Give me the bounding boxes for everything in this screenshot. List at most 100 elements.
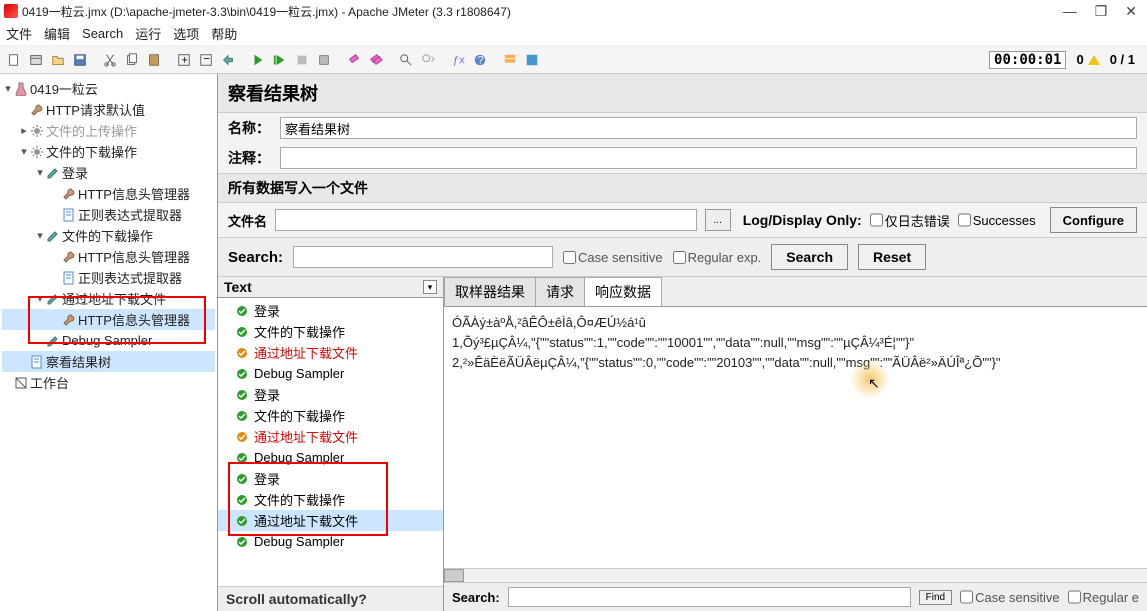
tree-node[interactable]: ▾文件的下载操作	[2, 141, 215, 162]
copy-icon[interactable]	[122, 50, 142, 70]
tree-label: 0419一粒云	[30, 79, 98, 98]
clear-all-icon[interactable]	[366, 50, 386, 70]
tree-label: HTTP信息头管理器	[78, 184, 190, 203]
result-row[interactable]: 通过地址下载文件	[218, 342, 443, 363]
reset-button[interactable]: Reset	[858, 244, 926, 270]
tree-node[interactable]: HTTP信息头管理器	[2, 183, 215, 204]
result-label: Debug Sampler	[254, 534, 344, 549]
result-row[interactable]: 通过地址下载文件	[218, 510, 443, 531]
result-row[interactable]: 通过地址下载文件	[218, 426, 443, 447]
minimize-button[interactable]: —	[1063, 3, 1077, 20]
menu-file[interactable]: 文件	[6, 24, 32, 43]
log-display-label: Log/Display Only:	[743, 212, 862, 228]
result-row[interactable]: 文件的下载操作	[218, 489, 443, 510]
response-content[interactable]: ÓÃÀý±àºÅ,²âÊÔ±êÌâ,Ô¤ÆÚ½á¹û 1,Õý³£µÇÂ¼,"{…	[444, 307, 1147, 568]
template-list-icon[interactable]	[500, 50, 520, 70]
tree-node[interactable]: 正则表达式提取器	[2, 204, 215, 225]
tree-node[interactable]: 工作台	[2, 372, 215, 393]
tree-node[interactable]: ▾通过地址下载文件	[2, 288, 215, 309]
comment-input[interactable]	[280, 147, 1137, 169]
expand-icon[interactable]: +	[174, 50, 194, 70]
tree-node[interactable]: ▾文件的下载操作	[2, 225, 215, 246]
maximize-button[interactable]: ❐	[1095, 3, 1108, 20]
start-icon[interactable]	[248, 50, 268, 70]
tab-response-data[interactable]: 响应数据	[584, 277, 662, 306]
app-icon	[4, 4, 18, 18]
result-row[interactable]: Debug Sampler	[218, 363, 443, 384]
find-button[interactable]: Find	[919, 590, 952, 605]
result-row[interactable]: 文件的下载操作	[218, 321, 443, 342]
tree-label: 正则表达式提取器	[78, 205, 182, 224]
save-icon[interactable]	[70, 50, 90, 70]
tree-node[interactable]: Debug Sampler	[2, 330, 215, 351]
toolbar: + − ƒx ? 00:00:01 0 0 / 1	[0, 46, 1147, 74]
tree-node[interactable]: ▾0419一粒云	[2, 78, 215, 99]
result-row[interactable]: Debug Sampler	[218, 447, 443, 468]
toggle-icon[interactable]	[218, 50, 238, 70]
templates-icon[interactable]	[26, 50, 46, 70]
search-tree-icon[interactable]	[396, 50, 416, 70]
result-row[interactable]: 登录	[218, 468, 443, 489]
successes-checkbox[interactable]: Successes	[958, 209, 1036, 231]
tree-node[interactable]: HTTP信息头管理器	[2, 246, 215, 267]
bottom-search-input[interactable]	[508, 587, 911, 607]
result-row[interactable]: 文件的下载操作	[218, 405, 443, 426]
function-icon[interactable]: ƒx	[448, 50, 468, 70]
start-no-pause-icon[interactable]	[270, 50, 290, 70]
horizontal-scrollbar[interactable]	[444, 568, 1147, 582]
tab-request[interactable]: 请求	[535, 277, 585, 306]
case-sensitive-checkbox[interactable]: Case sensitive	[563, 250, 663, 265]
search-input[interactable]	[293, 246, 553, 268]
shutdown-icon[interactable]	[314, 50, 334, 70]
tree-node[interactable]: HTTP请求默认值	[2, 99, 215, 120]
heap-icon[interactable]	[522, 50, 542, 70]
result-label: 文件的下载操作	[254, 406, 345, 425]
open-icon[interactable]	[48, 50, 68, 70]
tree-node[interactable]: 正则表达式提取器	[2, 267, 215, 288]
tree-node[interactable]: 察看结果树	[2, 351, 215, 372]
reset-search-icon[interactable]	[418, 50, 438, 70]
results-list[interactable]: Text ▾ 登录文件的下载操作通过地址下载文件Debug Sampler登录文…	[218, 277, 444, 611]
cut-icon[interactable]	[100, 50, 120, 70]
tree-label: HTTP信息头管理器	[78, 247, 190, 266]
bottom-cs-checkbox[interactable]: Case sensitive	[960, 587, 1060, 607]
status-icon	[236, 305, 248, 317]
configure-button[interactable]: Configure	[1050, 207, 1137, 233]
search-button[interactable]: Search	[771, 244, 848, 270]
menu-help[interactable]: 帮助	[211, 24, 237, 43]
new-icon[interactable]	[4, 50, 24, 70]
result-label: 文件的下载操作	[254, 322, 345, 341]
bottom-re-checkbox[interactable]: Regular e	[1068, 587, 1139, 607]
renderer-dropdown[interactable]: ▾	[423, 280, 437, 294]
timer: 00:00:01	[989, 51, 1066, 69]
stop-icon[interactable]	[292, 50, 312, 70]
name-input[interactable]	[280, 117, 1137, 139]
test-plan-tree[interactable]: ▾0419一粒云 HTTP请求默认值▸文件的上传操作▾文件的下载操作▾登录 HT…	[0, 74, 218, 611]
menu-edit[interactable]: 编辑	[44, 24, 70, 43]
tab-sampler-result[interactable]: 取样器结果	[444, 277, 536, 306]
collapse-icon[interactable]: −	[196, 50, 216, 70]
menu-search[interactable]: Search	[82, 26, 123, 41]
regex-checkbox[interactable]: Regular exp.	[673, 250, 762, 265]
menu-options[interactable]: 选项	[173, 24, 199, 43]
tree-label: 登录	[62, 163, 88, 182]
tree-node[interactable]: ▾登录	[2, 162, 215, 183]
clear-icon[interactable]	[344, 50, 364, 70]
paste-icon[interactable]	[144, 50, 164, 70]
help-icon[interactable]: ?	[470, 50, 490, 70]
errors-only-checkbox[interactable]: 仅日志错误	[870, 209, 950, 231]
tree-node[interactable]: ▸文件的上传操作	[2, 120, 215, 141]
status-icon	[236, 452, 248, 464]
results-header: Text	[224, 279, 252, 295]
svg-text:?: ?	[477, 54, 483, 66]
filename-input[interactable]	[275, 209, 697, 231]
tree-label: HTTP信息头管理器	[78, 310, 190, 329]
result-row[interactable]: Debug Sampler	[218, 531, 443, 552]
close-button[interactable]: ✕	[1125, 3, 1137, 20]
result-row[interactable]: 登录	[218, 384, 443, 405]
tree-node[interactable]: HTTP信息头管理器	[2, 309, 215, 330]
browse-button[interactable]: ...	[705, 209, 731, 231]
menu-run[interactable]: 运行	[135, 24, 161, 43]
result-row[interactable]: 登录	[218, 300, 443, 321]
menubar: 文件 编辑 Search 运行 选项 帮助	[0, 22, 1147, 46]
